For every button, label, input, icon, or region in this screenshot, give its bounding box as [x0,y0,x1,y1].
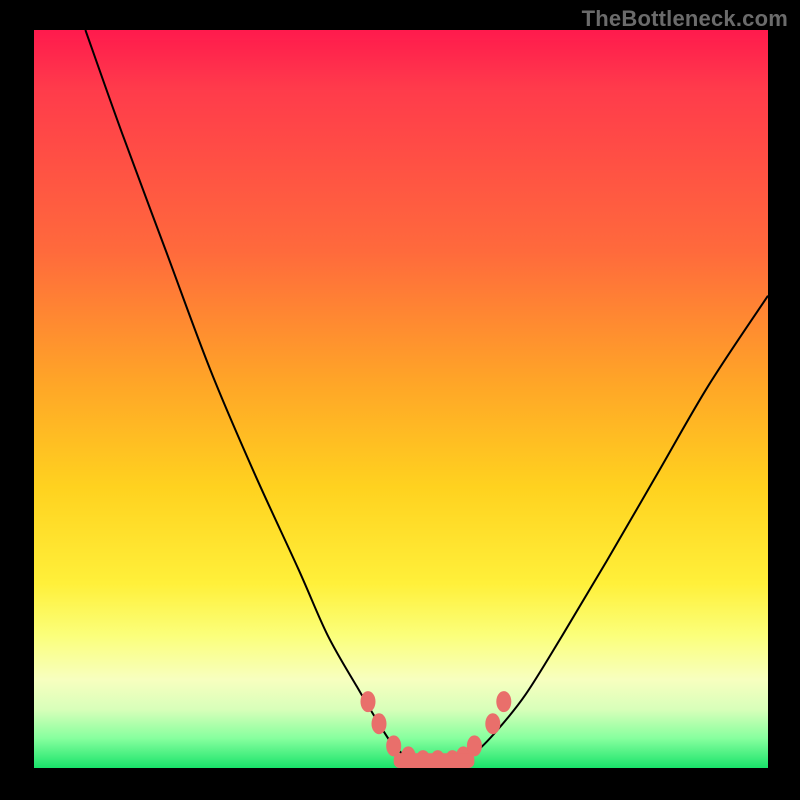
marker-point [372,714,386,734]
curve-right-branch [423,296,768,761]
curve-left-branch [85,30,423,761]
marker-point [486,714,500,734]
marker-point [497,692,511,712]
marker-point [387,736,401,756]
marker-point [361,692,375,712]
valley-flat-bar [394,753,475,768]
chart-svg [34,30,768,768]
curve-group [85,30,768,761]
outer-frame: TheBottleneck.com [0,0,800,800]
plot-area [34,30,768,768]
marker-point [467,736,481,756]
watermark-text: TheBottleneck.com [582,6,788,32]
